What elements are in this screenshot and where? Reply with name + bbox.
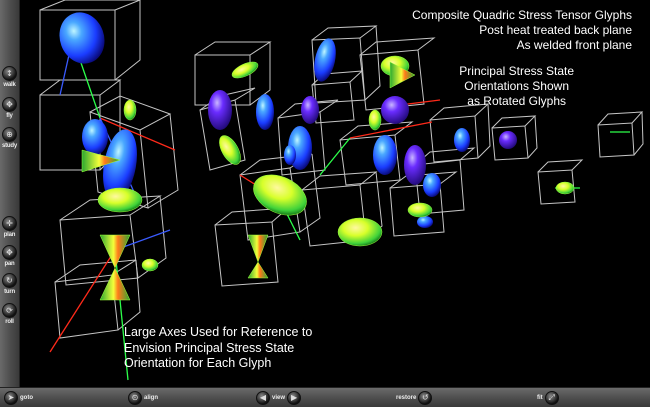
orientation-line-1: Principal Stress State	[459, 64, 574, 78]
align-icon: ⊙	[128, 391, 142, 405]
orientation-line-2: Orientations Shown	[464, 79, 569, 93]
plan-button[interactable]: ✛ plan	[1, 216, 18, 239]
study-icon: ⊕	[2, 127, 17, 142]
goto-label: goto	[20, 395, 33, 401]
restore-label: restore	[396, 395, 417, 401]
view-label: view	[272, 395, 286, 401]
roll-label: roll	[5, 319, 14, 325]
goto-icon: ➤	[4, 391, 18, 405]
turn-button[interactable]: ↻ turn	[1, 273, 18, 296]
fit-icon: ⤢	[544, 391, 559, 405]
fit-label: fit	[537, 395, 543, 401]
orientation-line-3: as Rotated Glyphs	[467, 94, 566, 108]
axes-line-2: Envision Principal Stress State	[124, 340, 295, 355]
title-line-3: As welded front plane	[516, 38, 632, 52]
cube-20	[537, 159, 584, 205]
walk-icon: ↕	[2, 66, 17, 81]
cube-19	[597, 111, 644, 158]
plan-icon: ✛	[2, 216, 17, 231]
orientation-annotation: Principal Stress State Orientations Show…	[459, 64, 574, 109]
pan-label: pan	[4, 261, 15, 267]
title-line-2: Post heat treated back plane	[479, 23, 632, 37]
roll-button[interactable]: ⟳ roll	[1, 303, 18, 326]
title-annotation: Composite Quadric Stress Tensor Glyphs P…	[412, 8, 632, 53]
3d-viewport[interactable]: Composite Quadric Stress Tensor Glyphs P…	[20, 0, 650, 387]
walk-label: walk	[3, 82, 16, 88]
fly-button[interactable]: ✥ fly	[1, 97, 18, 120]
stress-glyph-scene	[39, 0, 644, 381]
restore-button[interactable]: restore ↺	[396, 391, 433, 405]
view-toolbar: ➤ goto ⊙ align ◀ view ▶ restore ↺ fit ⤢	[0, 387, 650, 407]
restore-icon: ↺	[418, 391, 433, 405]
study-label: study	[1, 143, 17, 149]
fly-icon: ✥	[2, 97, 17, 112]
goto-button[interactable]: ➤ goto	[4, 391, 33, 405]
fit-button[interactable]: fit ⤢	[537, 391, 559, 405]
turn-icon: ↻	[2, 273, 17, 288]
axes-annotation: Large Axes Used for Reference to Envisio…	[124, 325, 312, 372]
pan-icon: ✥	[2, 245, 17, 260]
align-button[interactable]: ⊙ align	[128, 391, 158, 405]
walk-button[interactable]: ↕ walk	[1, 66, 18, 89]
axes-line-3: Orientation for Each Glyph	[124, 356, 272, 370]
study-button[interactable]: ⊕ study	[1, 127, 18, 150]
roll-icon: ⟳	[2, 303, 17, 318]
title-line-1: Composite Quadric Stress Tensor Glyphs	[412, 8, 632, 22]
view-button[interactable]: ◀ view ▶	[256, 391, 302, 405]
plan-label: plan	[3, 232, 16, 238]
view-prev-icon[interactable]: ◀	[256, 391, 270, 405]
view-next-icon[interactable]: ▶	[287, 391, 302, 405]
fly-label: fly	[6, 113, 13, 119]
pan-button[interactable]: ✥ pan	[1, 245, 18, 268]
axes-line-1: Large Axes Used for Reference to	[124, 325, 313, 339]
navigation-toolbar: ↕ walk ✥ fly ⊕ study ✛ plan ✥ pan ↻ turn…	[0, 0, 20, 406]
turn-label: turn	[4, 289, 15, 295]
align-label: align	[144, 395, 159, 401]
